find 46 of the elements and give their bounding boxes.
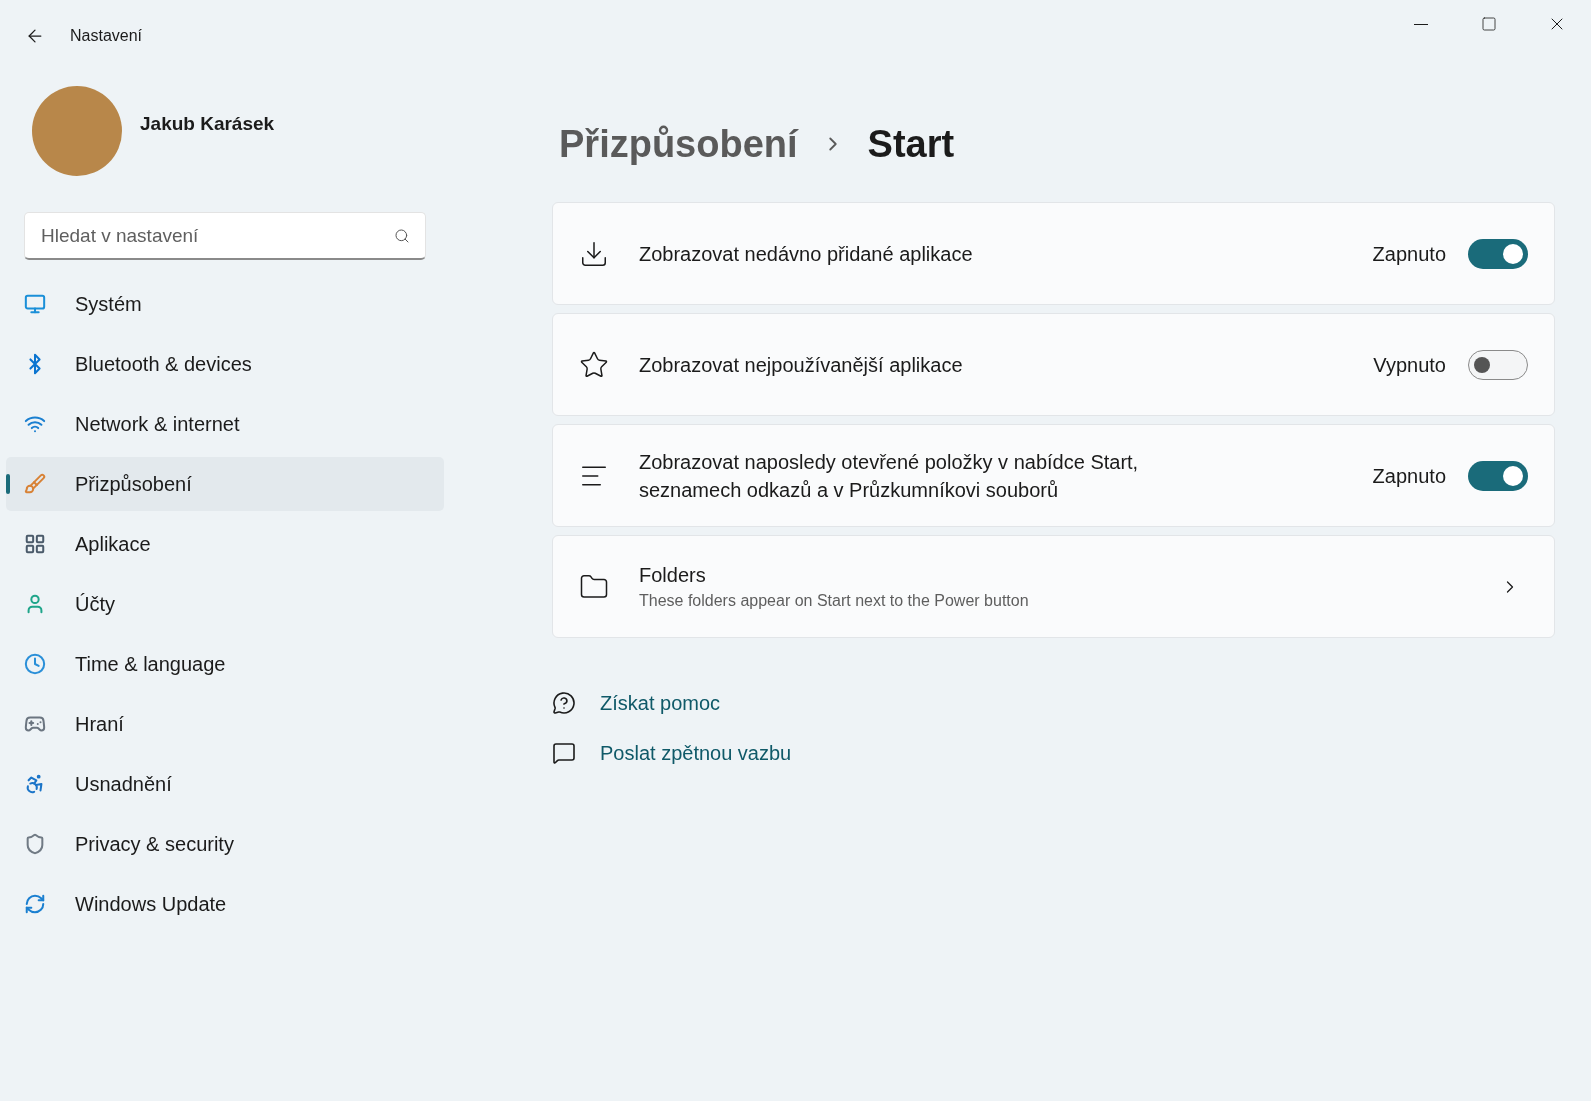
sidebar-item[interactable]: Time & language: [6, 637, 444, 691]
setting-card[interactable]: Folders These folders appear on Start next to the Power button: [552, 535, 1555, 638]
search-icon: [394, 228, 410, 244]
sidebar-item[interactable]: Network & internet: [6, 397, 444, 451]
toggle-state-label: Zapnuto: [1372, 463, 1446, 489]
setting-label: Folders: [639, 562, 707, 588]
sidebar-item[interactable]: Usnadnění: [6, 757, 444, 811]
sidebar-item[interactable]: Hraní: [6, 697, 444, 751]
setting-card[interactable]: Zobrazovat naposledy otevřené položky v nabídce Start, seznamech odkazů a v Průzkumníkovi souborů Zapnuto: [552, 424, 1555, 527]
sidebar-item[interactable]: Windows Update: [6, 877, 444, 931]
selection-indicator: [6, 474, 10, 494]
user-name: Jakub Karásek: [140, 112, 275, 136]
breadcrumb-parent[interactable]: Přizpůsobení: [559, 115, 798, 173]
sidebar-item[interactable]: Přizpůsobení: [6, 457, 444, 511]
setting-description: These folders appear on Start next to the Power button: [639, 590, 1030, 611]
search-field[interactable]: Hledat v nastavení: [24, 212, 426, 260]
sidebar-item[interactable]: Bluetooth & devices: [6, 337, 444, 391]
minimize-icon: [1414, 23, 1428, 25]
brush-icon: [24, 473, 46, 495]
monitor-icon: [24, 293, 46, 315]
help-icon: [552, 691, 576, 715]
clock-icon: [24, 653, 46, 675]
setting-label: Zobrazovat nedávno přidané aplikace: [639, 241, 974, 267]
toggle-state-label: Zapnuto: [1372, 241, 1446, 267]
toggle-switch[interactable]: [1468, 238, 1528, 269]
sidebar-item[interactable]: Aplikace: [6, 517, 444, 571]
shield-icon: [24, 833, 46, 855]
help-link[interactable]: Získat pomoc: [600, 688, 721, 718]
setting-label: Zobrazovat naposledy otevřené položky v nabídce Start, seznamech odkazů a v Průzkumníkovi souborů: [639, 449, 1140, 503]
sidebar-item[interactable]: Účty: [6, 577, 444, 631]
page-title: Start: [867, 121, 955, 167]
toggle-state-label: Vypnuto: [1373, 352, 1446, 378]
apps-grid-icon: [24, 533, 46, 555]
sidebar-item[interactable]: Privacy & security: [6, 817, 444, 871]
setting-card[interactable]: Zobrazovat nejpoužívanější aplikace Vypnuto: [552, 313, 1555, 416]
help-link[interactable]: Poslat zpětnou vazbu: [600, 738, 792, 768]
sidebar-item[interactable]: Systém: [6, 277, 444, 331]
toggle-switch[interactable]: [1468, 460, 1528, 491]
refresh-icon: [24, 893, 46, 915]
setting-card[interactable]: Zobrazovat nedávno přidané aplikace Zapnuto: [552, 202, 1555, 305]
maximize-icon: [1481, 16, 1497, 32]
star-icon: [579, 349, 609, 380]
setting-label: Zobrazovat nejpoužívanější aplikace: [639, 352, 964, 378]
window-title: Nastavení: [70, 26, 143, 46]
feedback-icon: [552, 741, 576, 765]
toggle-switch[interactable]: [1468, 349, 1528, 380]
